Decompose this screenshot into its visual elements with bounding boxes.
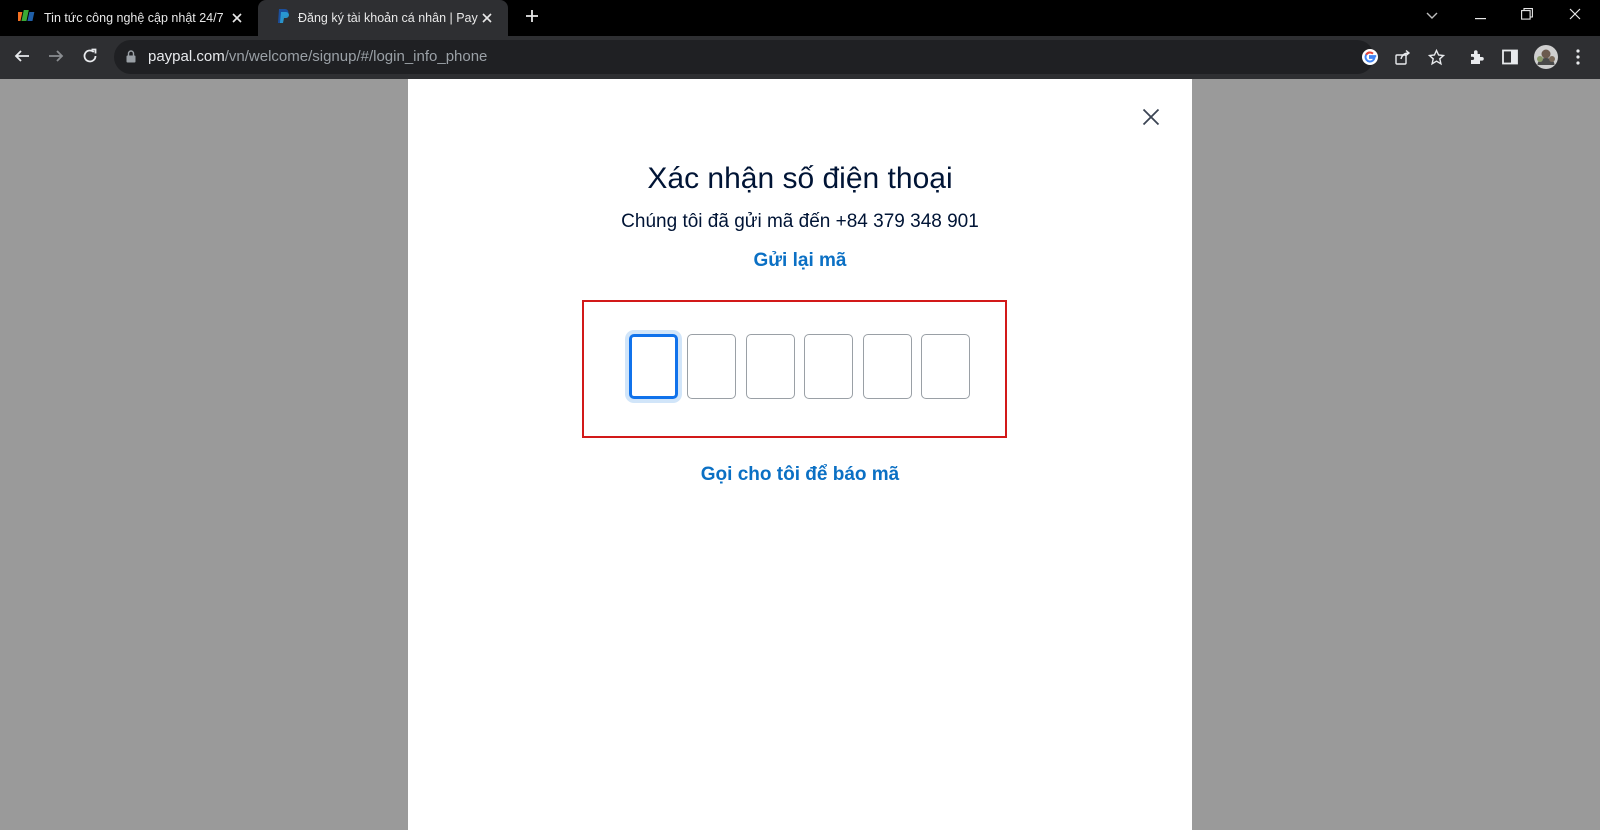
resend-code-link[interactable]: Gửi lại mã bbox=[408, 250, 1192, 272]
reload-button[interactable] bbox=[76, 44, 104, 72]
restore-button[interactable] bbox=[1504, 0, 1550, 32]
dialog-subtitle: Chúng tôi đã gửi mã đến +84 379 348 901 bbox=[621, 211, 979, 232]
tab-paypal-signup[interactable]: Đăng ký tài khoản cá nhân | PayPal bbox=[258, 0, 508, 36]
otp-digit-4[interactable] bbox=[804, 334, 853, 399]
arrow-right-icon bbox=[48, 48, 64, 69]
lock-icon bbox=[126, 50, 136, 68]
url-host: paypal.com bbox=[148, 48, 225, 65]
url-text: paypal.com/vn/welcome/signup/#/login_inf… bbox=[148, 40, 487, 74]
dialog-title: Xác nhận số điện thoại bbox=[647, 162, 953, 195]
otp-digit-1[interactable] bbox=[629, 334, 678, 399]
otp-digit-2[interactable] bbox=[687, 334, 736, 399]
close-icon[interactable] bbox=[478, 9, 496, 27]
close-icon[interactable] bbox=[228, 9, 246, 27]
tab-title: Tin tức công nghệ cập nhật 24/7 bbox=[44, 11, 224, 25]
avatar[interactable] bbox=[1532, 43, 1560, 71]
close-window-button[interactable] bbox=[1552, 0, 1598, 32]
close-icon bbox=[1569, 7, 1581, 25]
tab-title: Đăng ký tài khoản cá nhân | PayPal bbox=[298, 11, 478, 25]
address-bar[interactable]: paypal.com/vn/welcome/signup/#/login_inf… bbox=[114, 40, 1374, 74]
minimize-icon bbox=[1474, 7, 1486, 25]
share-icon[interactable] bbox=[1391, 45, 1415, 69]
google-icon[interactable] bbox=[1358, 45, 1382, 69]
tab-fpt-news[interactable]: Tin tức công nghệ cập nhật 24/7 bbox=[0, 0, 258, 36]
restore-icon bbox=[1521, 7, 1533, 25]
otp-digit-5[interactable] bbox=[863, 334, 912, 399]
new-tab-button[interactable] bbox=[520, 6, 544, 30]
paypal-logo-icon bbox=[276, 8, 290, 29]
minimize-button[interactable] bbox=[1457, 0, 1503, 32]
otp-digit-3[interactable] bbox=[746, 334, 795, 399]
close-icon bbox=[1142, 108, 1160, 131]
reload-icon bbox=[82, 48, 98, 69]
arrow-left-icon bbox=[14, 48, 30, 69]
otp-digit-6[interactable] bbox=[921, 334, 970, 399]
side-panel-icon[interactable] bbox=[1498, 45, 1522, 69]
tab-search-button[interactable] bbox=[1409, 0, 1455, 32]
forward-button[interactable] bbox=[42, 44, 70, 72]
extensions-puzzle-icon[interactable] bbox=[1465, 45, 1489, 69]
tab-strip: Tin tức công nghệ cập nhật 24/7 Đăng ký … bbox=[0, 0, 1600, 36]
close-dialog-button[interactable] bbox=[1138, 106, 1164, 132]
plus-icon bbox=[525, 9, 539, 28]
call-me-link[interactable]: Gọi cho tôi để báo mã bbox=[408, 464, 1192, 486]
back-button[interactable] bbox=[8, 44, 36, 72]
chevron-down-icon bbox=[1426, 7, 1438, 25]
phone-verification-dialog: Xác nhận số điện thoại Chúng tôi đã gửi … bbox=[408, 79, 1192, 830]
url-path: /vn/welcome/signup/#/login_info_phone bbox=[224, 48, 488, 65]
fpt-logo-icon bbox=[15, 9, 36, 28]
menu-kebab-icon[interactable] bbox=[1566, 45, 1590, 69]
bookmark-star-icon[interactable] bbox=[1424, 45, 1448, 69]
browser-toolbar: paypal.com/vn/welcome/signup/#/login_inf… bbox=[0, 36, 1600, 79]
